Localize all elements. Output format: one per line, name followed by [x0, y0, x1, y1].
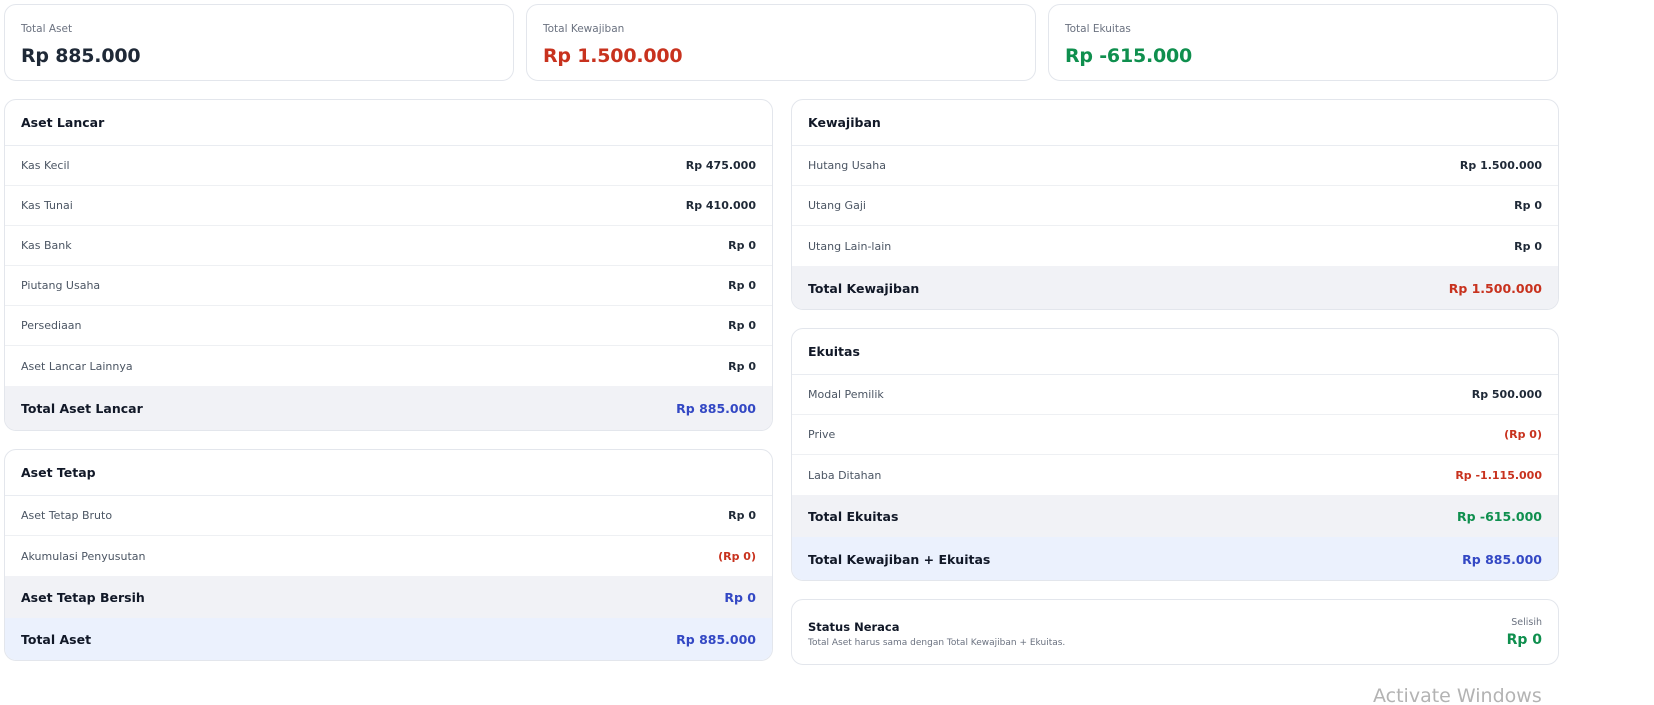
summary-label: Total Kewajiban — [543, 23, 625, 35]
item-value: Rp 0 — [728, 239, 756, 252]
item-value: Rp 0 — [728, 319, 756, 332]
item-label: Aset Lancar Lainnya — [21, 359, 133, 373]
summary-value: Rp 885.000 — [21, 45, 141, 67]
item-value: Rp 500.000 — [1471, 388, 1542, 401]
list-item: Kas Tunai Rp 410.000 — [5, 186, 772, 226]
item-value: Rp 0 — [728, 359, 756, 373]
item-value: Rp 0 — [728, 279, 756, 292]
item-value: (Rp 0) — [1504, 428, 1542, 441]
item-value: Rp 0 — [1514, 199, 1542, 212]
summary-card-total-ekuitas: Total Ekuitas Rp -615.000 — [1048, 4, 1558, 81]
total-label: Aset Tetap Bersih — [21, 589, 145, 605]
item-value: Rp 410.000 — [685, 199, 756, 212]
list-item: Utang Lain-lain Rp 0 — [792, 226, 1558, 266]
section-title: Aset Lancar — [5, 100, 772, 146]
total-aset-row: Total Aset Rp 885.000 — [5, 618, 772, 660]
item-label: Persediaan — [21, 319, 82, 332]
total-value: Rp 0 — [724, 589, 756, 605]
item-label: Aset Tetap Bruto — [21, 509, 113, 522]
activate-windows-watermark: Activate Windows — [1373, 685, 1542, 705]
status-title: Status Neraca — [808, 620, 900, 634]
item-label: Akumulasi Penyusutan — [21, 549, 146, 563]
item-label: Hutang Usaha — [808, 159, 886, 172]
summary-card-total-kewajiban: Total Kewajiban Rp 1.500.000 — [526, 4, 1036, 81]
aset-tetap-bersih-row: Aset Tetap Bersih Rp 0 — [5, 576, 772, 618]
total-aset-lancar-row: Total Aset Lancar Rp 885.000 — [5, 386, 772, 430]
item-label: Utang Lain-lain — [808, 239, 892, 253]
selisih-label: Selisih — [1511, 617, 1542, 628]
item-value: Rp 1.500.000 — [1459, 159, 1542, 172]
total-value: Rp 885.000 — [676, 400, 756, 416]
total-value: Rp 885.000 — [676, 631, 756, 647]
item-value: Rp -1.115.000 — [1455, 468, 1542, 482]
summary-label: Total Aset — [21, 23, 73, 35]
item-value: Rp 0 — [728, 509, 756, 522]
item-label: Kas Kecil — [21, 159, 70, 172]
list-item: Modal Pemilik Rp 500.000 — [792, 375, 1558, 415]
section-title: Kewajiban — [792, 100, 1558, 146]
item-label: Piutang Usaha — [21, 279, 101, 292]
status-neraca-panel: Status Neraca Total Aset harus sama deng… — [791, 599, 1559, 665]
total-kewajiban-ekuitas-row: Total Kewajiban + Ekuitas Rp 885.000 — [792, 537, 1558, 580]
item-label: Prive — [808, 428, 836, 441]
total-value: Rp 1.500.000 — [1448, 280, 1542, 296]
total-value: Rp 885.000 — [1462, 552, 1542, 567]
item-label: Kas Tunai — [21, 199, 73, 212]
list-item: Akumulasi Penyusutan (Rp 0) — [5, 536, 772, 576]
section-title: Aset Tetap — [5, 450, 772, 496]
item-label: Utang Gaji — [808, 199, 866, 212]
total-kewajiban-row: Total Kewajiban Rp 1.500.000 — [792, 266, 1558, 309]
total-ekuitas-row: Total Ekuitas Rp -615.000 — [792, 495, 1558, 537]
summary-card-total-aset: Total Aset Rp 885.000 — [4, 4, 514, 81]
section-title: Ekuitas — [792, 329, 1558, 375]
summary-value: Rp 1.500.000 — [543, 45, 683, 67]
total-label: Total Aset Lancar — [21, 400, 143, 416]
list-item: Aset Tetap Bruto Rp 0 — [5, 496, 772, 536]
aset-tetap-panel: Aset Tetap Aset Tetap Bruto Rp 0 Akumulasi… — [4, 449, 773, 661]
list-item: Piutang Usaha Rp 0 — [5, 266, 772, 306]
total-value: Rp -615.000 — [1456, 508, 1542, 524]
list-item: Persediaan Rp 0 — [5, 306, 772, 346]
item-label: Laba Ditahan — [808, 468, 882, 482]
list-item: Kas Kecil Rp 475.000 — [5, 146, 772, 186]
total-label: Total Kewajiban — [808, 280, 920, 296]
selisih-value: Rp 0 — [1506, 632, 1542, 648]
list-item: Kas Bank Rp 0 — [5, 226, 772, 266]
summary-value: Rp -615.000 — [1065, 45, 1193, 67]
list-item: Prive (Rp 0) — [792, 415, 1558, 455]
list-item: Utang Gaji Rp 0 — [792, 186, 1558, 226]
aset-lancar-panel: Aset Lancar Kas Kecil Rp 475.000 Kas Tunai… — [4, 99, 773, 431]
kewajiban-panel: Kewajiban Hutang Usaha Rp 1.500.000 Utang … — [791, 99, 1559, 310]
total-label: Total Ekuitas — [808, 508, 899, 524]
item-label: Kas Bank — [21, 239, 72, 252]
list-item: Laba Ditahan Rp -1.115.000 — [792, 455, 1558, 495]
item-value: (Rp 0) — [718, 549, 756, 563]
list-item: Hutang Usaha Rp 1.500.000 — [792, 146, 1558, 186]
item-value: Rp 475.000 — [685, 159, 756, 172]
summary-label: Total Ekuitas — [1065, 23, 1131, 35]
item-value: Rp 0 — [1514, 239, 1542, 253]
item-label: Modal Pemilik — [808, 388, 884, 401]
total-label: Total Aset — [21, 631, 92, 647]
total-label: Total Kewajiban + Ekuitas — [808, 552, 991, 567]
ekuitas-panel: Ekuitas Modal Pemilik Rp 500.000 Prive (Rp … — [791, 328, 1559, 581]
status-description: Total Aset harus sama dengan Total Kewaj… — [808, 638, 1066, 648]
list-item: Aset Lancar Lainnya Rp 0 — [5, 346, 772, 386]
